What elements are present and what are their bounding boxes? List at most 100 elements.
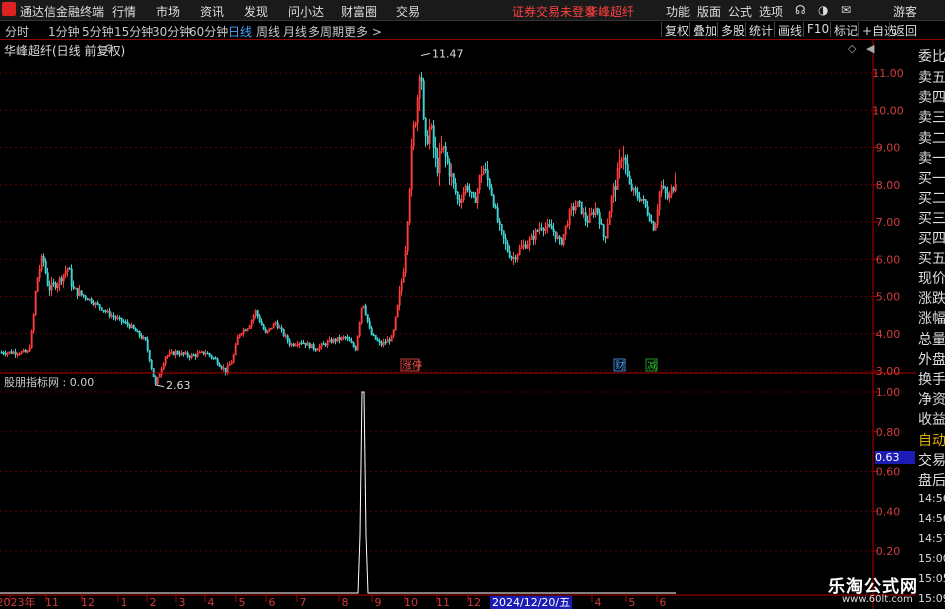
menu-wealth[interactable]: 财富圈 (341, 3, 377, 20)
quote-field-label: 自动 (918, 433, 945, 449)
collapse-icon[interactable]: ◀ (866, 42, 874, 55)
adjust-button[interactable]: 复权 (661, 22, 692, 38)
menu-market[interactable]: 市场 (156, 3, 180, 20)
candle-body (312, 344, 315, 350)
period-30min[interactable]: 30分钟 (152, 23, 191, 40)
candle-body (48, 285, 51, 291)
back-button[interactable]: 返回 (889, 22, 920, 38)
candle-body (154, 376, 157, 385)
candle-body (540, 227, 543, 230)
quote-field-label: 外盘 (918, 352, 945, 368)
candle-body (498, 220, 501, 225)
candle-body (432, 125, 435, 148)
event-marker: 涨停 (402, 359, 422, 372)
period-weekly[interactable]: 周线 (256, 23, 280, 40)
settings-icon[interactable]: ⚙ (104, 42, 114, 55)
candle-body (374, 334, 377, 340)
candle-body (422, 80, 425, 119)
price-tick-label: 7.00 (876, 216, 901, 229)
candle-body (468, 189, 471, 193)
menu-layout[interactable]: 版面 (697, 3, 721, 20)
draw-button[interactable]: 画线 (774, 22, 805, 38)
multi-stock-button[interactable]: 多股 (717, 22, 748, 38)
period-1min[interactable]: 1分钟 (48, 23, 80, 40)
candle-body (216, 358, 219, 365)
menu-discover[interactable]: 发现 (244, 3, 268, 20)
quote-field-label: 换手 (918, 372, 945, 388)
candle-body (484, 168, 487, 171)
candle-body (138, 330, 141, 337)
cursor-date-label: 2024/12/20/五 (490, 596, 573, 609)
candle-body (348, 338, 351, 342)
time-tick-label: 1 (121, 596, 128, 609)
candle-body (134, 328, 137, 332)
candle-body (634, 188, 637, 193)
candle-body (354, 346, 357, 351)
candle-body (258, 315, 261, 322)
candle-body (472, 192, 475, 198)
quote-field-label: 净资 (918, 392, 945, 408)
candle-body (212, 357, 215, 359)
candle-body (92, 302, 95, 305)
quote-field-label: 收益 (918, 412, 945, 428)
candle-body (60, 277, 63, 282)
diamond-icon[interactable]: ◇ (848, 42, 856, 55)
menu-news[interactable]: 资讯 (200, 3, 224, 20)
login-warning[interactable]: 证券交易未登录 (512, 3, 596, 20)
mark-button[interactable]: 标记 (830, 22, 861, 38)
f10-button[interactable]: F10 (803, 22, 832, 37)
event-marker: 减 (647, 360, 657, 372)
candle-body (646, 206, 649, 215)
overlay-button[interactable]: 叠加 (689, 22, 720, 38)
candle-body (148, 349, 151, 361)
candle-body (136, 330, 139, 333)
period-daily[interactable]: 日线 (228, 23, 252, 40)
price-tick-label: 6.00 (876, 253, 901, 266)
candle-body (194, 354, 197, 357)
high-pointer (420, 53, 431, 56)
skin-icon[interactable]: ◑ (818, 3, 828, 17)
candle-body (510, 256, 513, 259)
candle-body (596, 207, 599, 213)
candle-body (146, 339, 149, 351)
candle-body (672, 187, 675, 191)
candle-body (650, 220, 653, 223)
period-15min[interactable]: 15分钟 (114, 23, 153, 40)
menu-trade[interactable]: 交易 (396, 3, 420, 20)
menu-function[interactable]: 功能 (666, 3, 690, 20)
candle-body (486, 169, 489, 180)
period-timeshare[interactable]: 分时 (5, 23, 29, 40)
candle-body (600, 223, 603, 226)
candle-body (144, 337, 147, 341)
stats-button[interactable]: 统计 (745, 22, 776, 38)
chart-canvas[interactable]: 11.472.63涨停财减 11.0010.009.008.007.006.00… (0, 40, 916, 609)
candle-body (508, 250, 511, 258)
candle-body (372, 334, 375, 337)
sub-tick-label: 0.20 (876, 545, 901, 558)
period-monthly[interactable]: 月线 (283, 23, 307, 40)
time-tick-label: 9 (375, 596, 382, 609)
guest-label[interactable]: 游客 (893, 3, 917, 20)
watermark-url: www.60lt.com (842, 594, 913, 605)
message-icon[interactable]: ✉ (841, 3, 851, 17)
service-icon[interactable]: ☊ (795, 3, 806, 17)
quote-field-label: 买二 (918, 191, 945, 207)
menu-quotes[interactable]: 行情 (112, 3, 136, 20)
candle-body (214, 357, 217, 360)
candle-body (4, 353, 7, 355)
menu-ask[interactable]: 问小达 (288, 3, 324, 20)
price-tick-label: 3.00 (876, 365, 901, 378)
candle-body (446, 155, 449, 163)
period-60min[interactable]: 60分钟 (189, 23, 228, 40)
candle-body (302, 342, 305, 345)
candle-body (90, 298, 93, 304)
period-multi[interactable]: 多周期 (308, 23, 344, 40)
period-5min[interactable]: 5分钟 (82, 23, 114, 40)
menu-formula[interactable]: 公式 (728, 3, 752, 20)
candle-body (536, 230, 539, 232)
period-more[interactable]: 更多 > (344, 23, 382, 40)
menu-options[interactable]: 选项 (759, 3, 783, 20)
candle-body (100, 307, 103, 311)
candle-body (504, 237, 507, 245)
candle-body (352, 342, 355, 347)
